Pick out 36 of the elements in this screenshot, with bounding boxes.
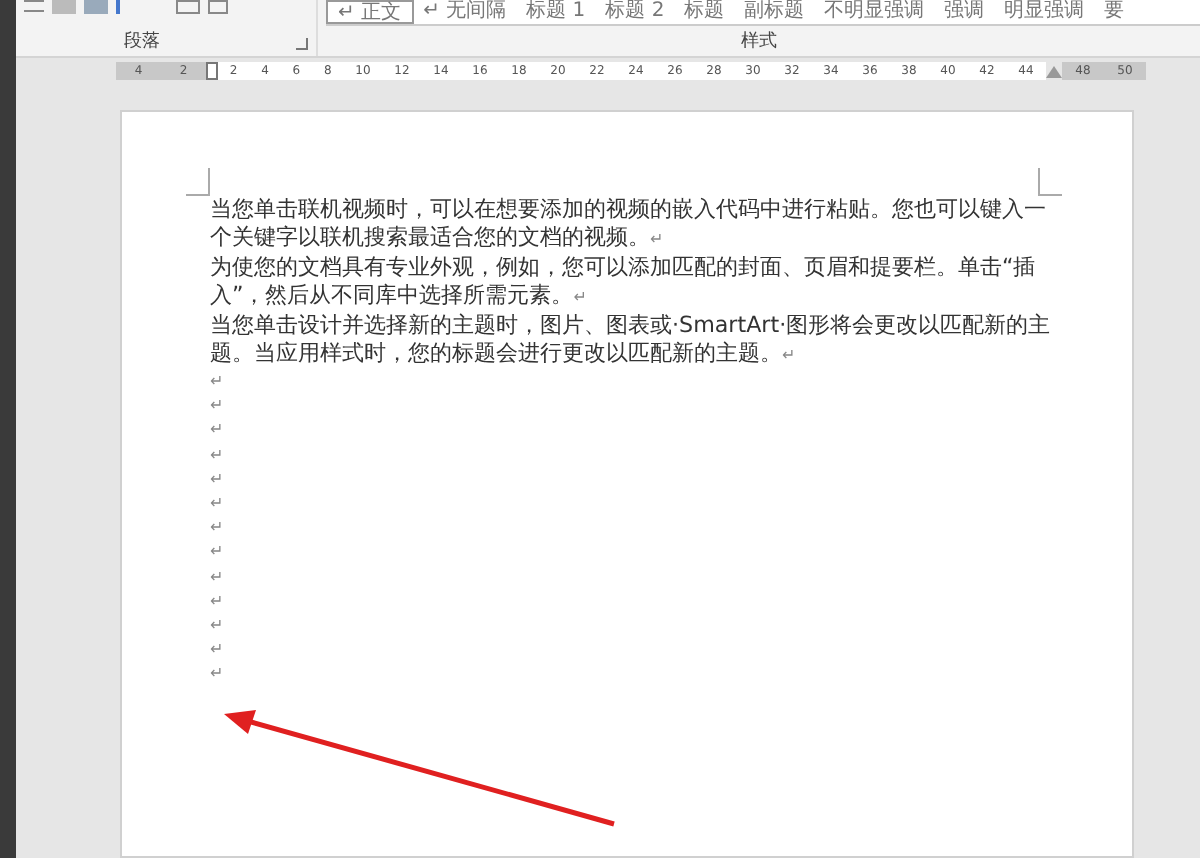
- paragraph-mark: ↵: [210, 614, 224, 639]
- paragraph: 当您单击设计并选择新的主题时，图片、图表或·SmartArt·图形将会更改以匹配新的主题。当应用样式时，您的标题会进行更改以匹配新的主题。↵: [210, 312, 1053, 370]
- align-icon[interactable]: [24, 0, 44, 12]
- margin-corner-icon: [1038, 168, 1062, 196]
- style-item[interactable]: 明显强调: [994, 0, 1095, 24]
- margin-corner-icon: [186, 168, 210, 196]
- paragraph: 当您单击联机视频时，可以在想要添加的视频的嵌入代码中进行粘贴。您也可以键入一个关键字以联机搜索最适合您的文档的视频。↵: [210, 196, 1048, 254]
- paragraph-mark: ↵: [210, 492, 224, 517]
- shading-icon[interactable]: [176, 0, 200, 14]
- paragraph-mark: ↵: [210, 638, 224, 663]
- paragraph-mark: ↵: [210, 565, 224, 590]
- paragraph-mark: ↵: [210, 418, 224, 443]
- style-item[interactable]: 不明显强调: [814, 0, 935, 24]
- style-item[interactable]: ↵ 无间隔: [413, 0, 517, 24]
- dialog-launcher-icon[interactable]: [296, 37, 308, 49]
- paragraph-mark: ↵: [210, 589, 224, 614]
- style-item[interactable]: 标题: [674, 0, 735, 24]
- group-label: 段落: [124, 34, 160, 52]
- paragraph-mark: ↵: [210, 467, 224, 492]
- paragraph-mark: ↵: [210, 443, 224, 468]
- indent-marker-icon[interactable]: [206, 62, 218, 80]
- style-item[interactable]: 副标题: [734, 0, 815, 24]
- style-item[interactable]: 要: [1094, 0, 1135, 24]
- paragraph-mark: ↵: [210, 394, 224, 419]
- paragraph-mark: ↵: [210, 662, 224, 687]
- paragraph: 为使您的文档具有专业外观，例如，您可以添加匹配的封面、页眉和提要栏。单击“插入”，然后从不同库中选择所需元素。↵: [210, 254, 1038, 312]
- style-item[interactable]: ↵ 正文: [326, 0, 414, 24]
- paragraph-mark: ↵: [210, 516, 224, 541]
- style-item[interactable]: 强调: [934, 0, 995, 24]
- style-item[interactable]: 标题 2: [595, 0, 675, 24]
- paragraph-mark: ↵: [210, 540, 224, 565]
- paragraph-mark: ↵: [210, 370, 224, 394]
- style-item[interactable]: 标题 1: [516, 0, 596, 24]
- border-icon[interactable]: [208, 0, 228, 14]
- group-label: 样式: [741, 34, 777, 52]
- arrow-icon: [220, 710, 620, 830]
